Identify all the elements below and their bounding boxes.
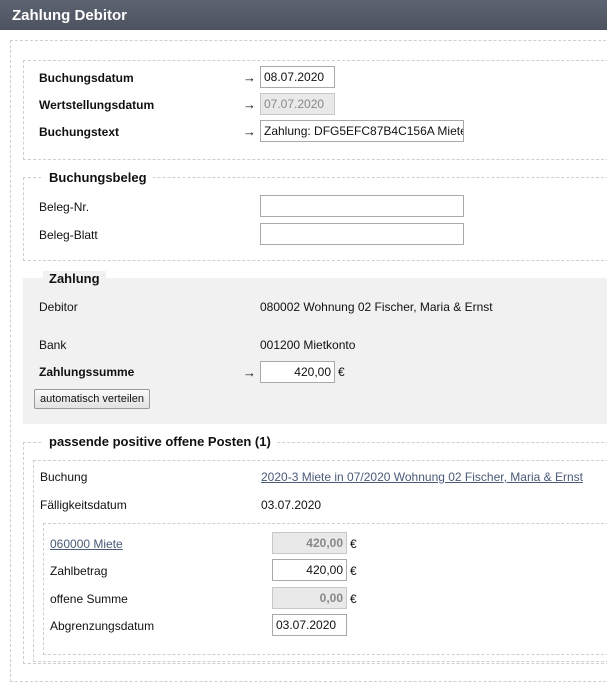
debtor-label: Debitor [39,300,78,314]
arrow-right-icon: → [243,97,256,112]
auto-distribute-button[interactable]: automatisch verteilen [34,389,150,409]
voucher-sheet-label: Beleg-Blatt [39,228,98,242]
booking-text-label: Buchungstext [39,125,120,139]
booking-text-input[interactable]: Zahlung: DFG5EFC87B4C156A Miete [260,120,464,142]
payment-currency: € [338,365,345,379]
open-item-booking-label: Buchung [40,470,88,484]
payment-legend: Zahlung [43,271,106,286]
value-date-label: Wertstellungsdatum [39,98,155,112]
account-amount-input[interactable]: 420,00 [272,532,347,554]
voucher-section [23,177,607,261]
open-sum-label: offene Summe [50,592,128,606]
debtor-value: 080002 Wohnung 02 Fischer, Maria & Ernst [260,300,493,314]
open-sum-currency: € [350,592,357,606]
payment-sum-label: Zahlungssumme [39,365,135,379]
deferral-date-input[interactable]: 03.07.2020 [272,614,347,636]
voucher-number-input[interactable] [260,195,464,217]
window-titlebar: Zahlung Debitor [0,0,607,30]
bank-value: 001200 Mietkonto [260,338,356,352]
arrow-right-icon: → [243,365,256,380]
voucher-number-label: Beleg-Nr. [39,200,90,214]
open-item-booking-link[interactable]: 2020-3 Miete in 07/2020 Wohnung 02 Fisch… [261,470,583,484]
due-date-value: 03.07.2020 [261,498,322,512]
arrow-right-icon: → [243,70,256,85]
booking-date-label: Buchungsdatum [39,71,134,85]
deferral-date-label: Abgrenzungsdatum [50,619,155,633]
arrow-right-icon: → [243,124,256,139]
pay-amount-label: Zahlbetrag [50,564,108,578]
bank-label: Bank [39,338,67,352]
pay-amount-input[interactable]: 420,00 [272,559,347,581]
open-sum-input[interactable]: 0,00 [272,587,347,609]
payment-sum-input[interactable]: 420,00 [260,361,335,383]
voucher-legend: Buchungsbeleg [43,170,153,185]
pay-amount-currency: € [350,564,357,578]
voucher-sheet-input[interactable] [260,223,464,245]
open-items-legend: passende positive offene Posten (1) [43,434,277,449]
account-link[interactable]: 060000 Miete [50,537,123,551]
account-currency: € [350,537,357,551]
booking-date-input[interactable]: 08.07.2020 [260,66,335,88]
value-date-input[interactable]: 07.07.2020 [260,93,335,115]
window-title: Zahlung Debitor [12,7,127,24]
due-date-label: Fälligkeitsdatum [40,498,127,512]
